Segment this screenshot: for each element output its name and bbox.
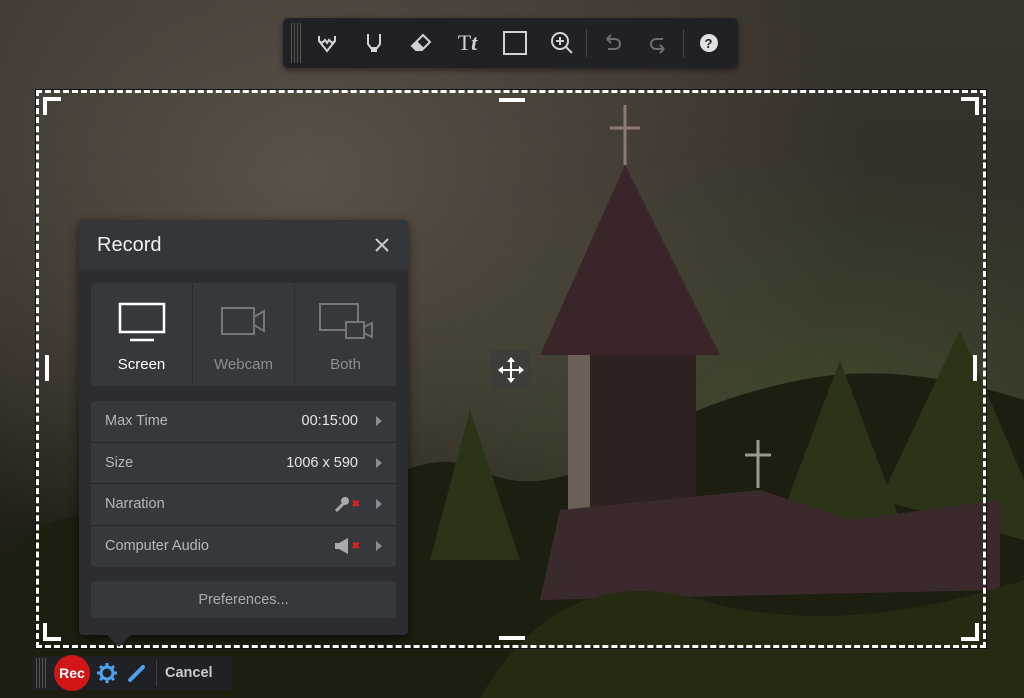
microphone-muted-icon (334, 497, 349, 513)
record-settings-list: Max Time 00:15:00 Size 1006 x 590 Narratio… (91, 401, 396, 567)
redo-icon (649, 38, 665, 54)
mode-label: Screen (117, 356, 166, 373)
mode-both-button[interactable]: Both (295, 283, 396, 386)
setting-label: Narration (105, 496, 165, 513)
rectangle-tool-button[interactable] (491, 23, 538, 63)
mode-label: Both (330, 356, 361, 373)
resize-handle-top[interactable] (499, 98, 525, 102)
toolbar-drag-handle[interactable] (291, 23, 303, 63)
mode-screen-button[interactable]: Screen (91, 283, 193, 386)
text-tool-button[interactable]: Tt (444, 23, 491, 63)
zoom-in-icon (550, 32, 573, 54)
highlighter-icon (366, 34, 381, 52)
eraser-tool-button[interactable] (397, 23, 444, 63)
screen-and-webcam-icon (318, 303, 373, 339)
record-panel: Record Screen Webcam Both Max Time 00:15:… (79, 220, 408, 647)
muted-x-icon: ✖ (351, 540, 360, 552)
zoom-tool-button[interactable] (538, 23, 585, 63)
resize-handle-bottom-right[interactable] (961, 623, 979, 641)
annotation-toolbar: Tt ? (283, 18, 738, 68)
setting-label: Max Time (105, 413, 168, 430)
chevron-right-icon (376, 457, 382, 468)
speaker-muted-icon (334, 538, 348, 555)
resize-handle-top-right[interactable] (961, 97, 979, 115)
preferences-button[interactable]: Preferences... (91, 581, 396, 618)
move-handle[interactable] (491, 350, 530, 389)
eraser-icon (410, 33, 431, 51)
resize-handle-top-left[interactable] (43, 97, 61, 115)
rectangle-icon (502, 31, 527, 55)
mode-webcam-button[interactable]: Webcam (193, 283, 295, 386)
cancel-button[interactable]: Cancel (156, 660, 213, 686)
muted-x-icon: ✖ (351, 498, 360, 510)
text-icon: Tt (457, 30, 478, 55)
webcam-icon (220, 307, 265, 335)
setting-size[interactable]: Size 1006 x 590 (91, 443, 396, 484)
undo-icon (605, 34, 621, 50)
undo-button[interactable] (588, 23, 635, 63)
resize-handle-bottom-left[interactable] (43, 623, 61, 641)
pen-tool-button[interactable] (303, 23, 350, 63)
setting-computer-audio[interactable]: Computer Audio ✖ (91, 526, 396, 568)
setting-label: Size (105, 454, 134, 471)
move-icon (497, 356, 524, 383)
chevron-right-icon (376, 541, 382, 552)
monitor-icon (118, 302, 165, 342)
setting-label: Computer Audio (105, 538, 209, 555)
pen-icon (317, 36, 336, 53)
toolbar-divider (683, 29, 684, 57)
gear-icon[interactable] (96, 662, 118, 684)
toolbar-divider (586, 29, 587, 57)
help-icon: ? (699, 34, 718, 52)
setting-value: 00:15:00 (301, 413, 358, 430)
record-panel-header: Record (79, 220, 408, 270)
highlighter-tool-button[interactable] (350, 23, 397, 63)
setting-value: 1006 x 590 (286, 454, 358, 471)
setting-narration[interactable]: Narration ✖ (91, 484, 396, 526)
close-icon[interactable] (374, 237, 390, 253)
chevron-right-icon (376, 499, 382, 510)
record-panel-title: Record (97, 233, 162, 256)
pencil-icon[interactable] (126, 662, 148, 684)
capture-control-bar: Rec Cancel (32, 655, 232, 691)
resize-handle-left[interactable] (45, 355, 49, 381)
control-bar-drag-handle[interactable] (36, 658, 48, 688)
mode-label: Webcam (214, 356, 273, 373)
resize-handle-bottom[interactable] (499, 636, 525, 640)
record-mode-selector: Screen Webcam Both (91, 283, 396, 386)
rec-button[interactable]: Rec (54, 655, 90, 691)
help-button[interactable]: ? (685, 23, 732, 63)
setting-max-time[interactable]: Max Time 00:15:00 (91, 401, 396, 443)
resize-handle-right[interactable] (973, 355, 977, 381)
chevron-right-icon (376, 416, 382, 427)
redo-button[interactable] (635, 23, 682, 63)
